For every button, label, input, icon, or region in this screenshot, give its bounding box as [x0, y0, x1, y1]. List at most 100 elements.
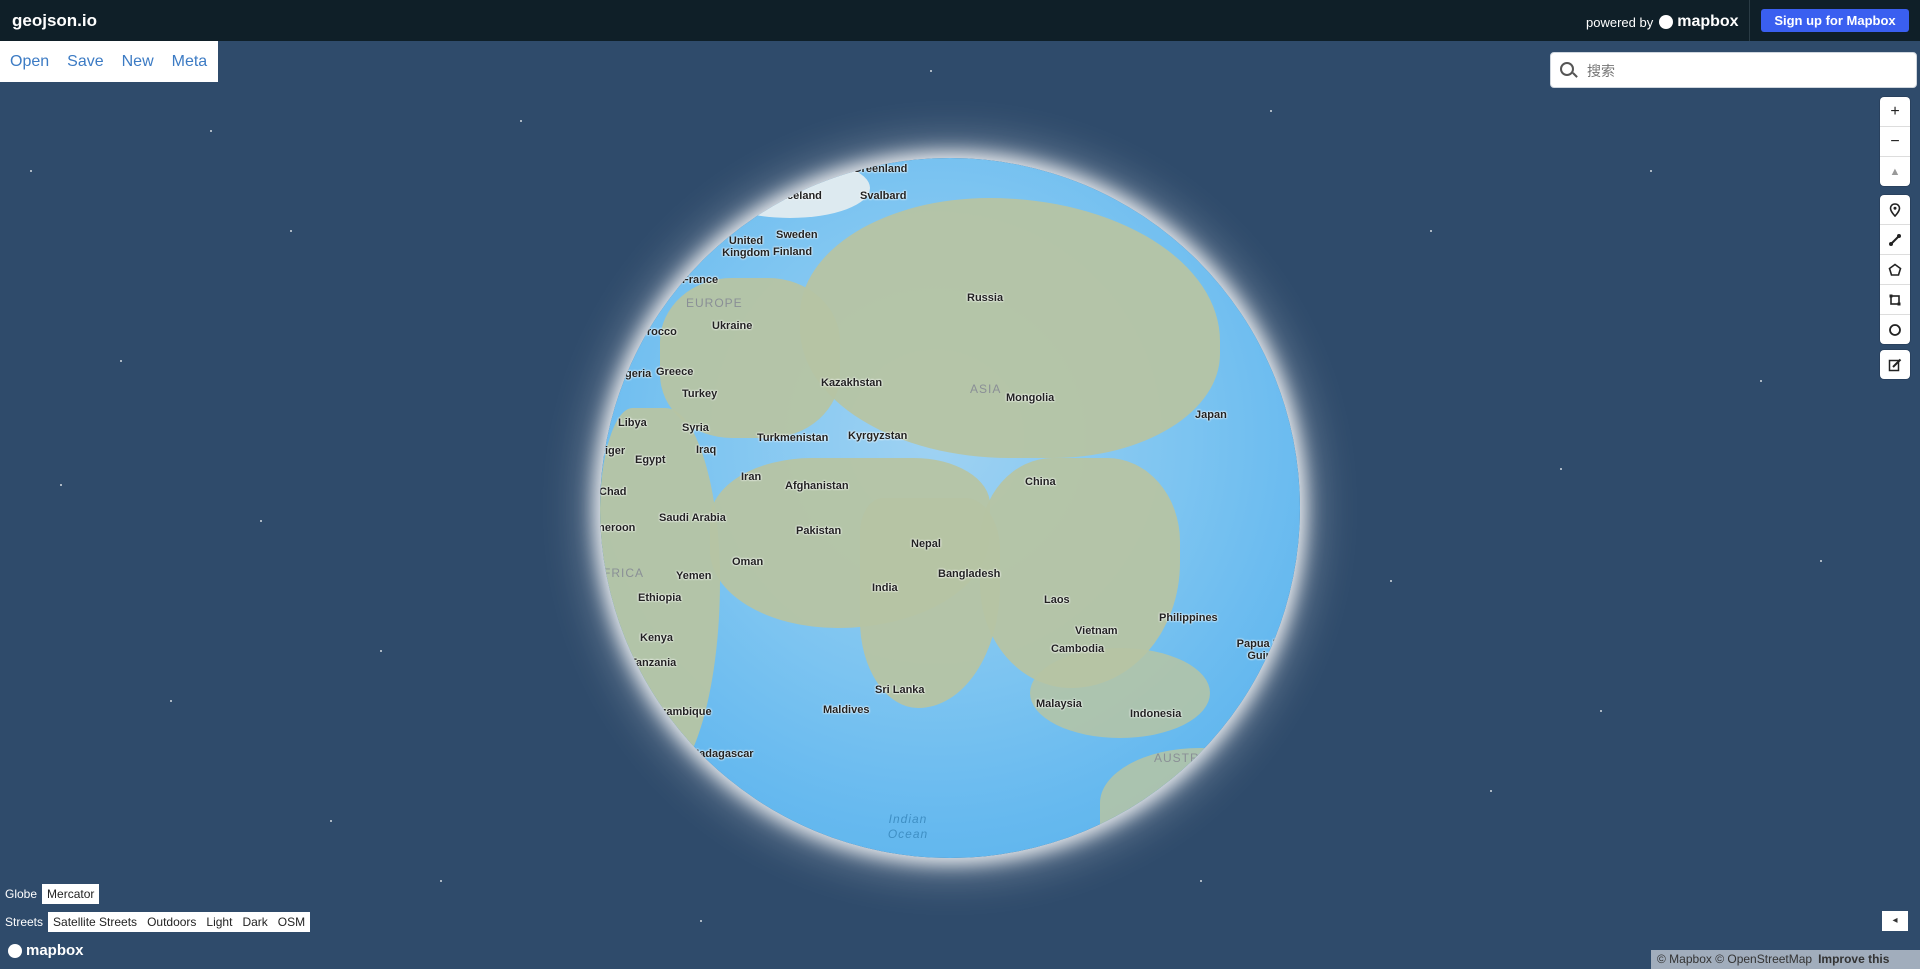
country-label: Indonesia: [1130, 708, 1182, 720]
style-dark-option[interactable]: Dark: [237, 915, 272, 929]
country-label: Japan: [1195, 409, 1227, 421]
polygon-icon: [1888, 263, 1902, 276]
globe-map[interactable]: Greenland Iceland Svalbard United Kingdo…: [600, 158, 1300, 858]
mapbox-logo-text: mapbox: [1677, 13, 1739, 30]
signup-button[interactable]: Sign up for Mapbox: [1761, 9, 1909, 32]
ocean-label: Indian Ocean: [873, 812, 943, 842]
mapbox-footer-text: mapbox: [26, 942, 84, 959]
country-label: Chad: [600, 486, 627, 498]
mapbox-icon: [8, 943, 22, 958]
style-outdoors-option[interactable]: Outdoors: [142, 915, 201, 929]
zoom-in-button[interactable]: +: [1880, 97, 1910, 127]
region-label: ASIA: [970, 382, 1002, 396]
country-label: Pakistan: [796, 525, 842, 537]
attribution-text[interactable]: © Mapbox © OpenStreetMap: [1657, 952, 1812, 966]
style-switcher: Streets Satellite Streets Outdoors Light…: [0, 912, 311, 932]
country-label: Mozambique: [645, 706, 712, 718]
draw-marker-button[interactable]: [1880, 195, 1910, 225]
country-label: Turkmenistan: [757, 432, 829, 444]
style-light-option[interactable]: Light: [201, 915, 237, 929]
country-label: Finland: [773, 246, 813, 258]
edit-toolbar: [1880, 350, 1910, 379]
country-label: Egypt: [635, 454, 666, 466]
country-label: France: [682, 274, 719, 286]
new-button[interactable]: New: [122, 53, 154, 71]
country-label: Mongolia: [1006, 392, 1055, 404]
star: [440, 880, 442, 882]
country-label: Kyrgyzstan: [848, 430, 908, 442]
powered-by[interactable]: powered by mapbox: [1586, 13, 1739, 31]
draw-circle-button[interactable]: [1880, 315, 1910, 344]
search-box: [1550, 52, 1917, 88]
projection-mercator-option[interactable]: Mercator: [42, 887, 99, 901]
country-label: Greece: [656, 366, 694, 378]
draw-line-button[interactable]: [1880, 225, 1910, 255]
country-label: India: [872, 582, 898, 594]
landmass-greenland: [710, 158, 870, 218]
app-title: geojson.io: [12, 11, 97, 30]
country-label: Russia: [967, 292, 1004, 304]
style-streets-option[interactable]: Streets: [0, 915, 48, 929]
country-label: Turkey: [682, 388, 718, 400]
mapbox-icon: [1659, 15, 1674, 29]
projection-switcher: Globe Mercator: [0, 884, 100, 904]
map-attribution: © Mapbox © OpenStreetMapImprove this map: [1651, 950, 1920, 969]
draw-polygon-button[interactable]: [1880, 255, 1910, 285]
country-label: Algeria: [614, 368, 652, 380]
country-label: United Kingdom: [722, 235, 770, 259]
projection-globe-option[interactable]: Globe: [0, 887, 42, 901]
country-label: Iran: [741, 471, 762, 483]
zoom-out-button[interactable]: −: [1880, 127, 1910, 157]
country-label: Sri Lanka: [875, 684, 925, 696]
rectangle-icon: [1889, 294, 1901, 305]
country-label: Iceland: [784, 190, 822, 202]
ocean-label-line: Indian: [888, 812, 928, 826]
country-label: Cambodia: [1051, 643, 1105, 655]
country-label: Cameroon: [600, 522, 636, 534]
zoom-controls: + − ▲: [1880, 97, 1910, 186]
compass-icon: ▲: [1889, 165, 1901, 178]
top-bar: geojson.io powered by mapbox Sign up for…: [0, 0, 1920, 41]
country-label: Greenland: [853, 163, 908, 175]
marker-icon: [1889, 202, 1901, 217]
star: [1270, 110, 1272, 112]
country-label: Nepal: [911, 538, 941, 550]
divider: [1749, 0, 1750, 41]
country-label: Libya: [618, 417, 647, 429]
meta-button[interactable]: Meta: [172, 53, 208, 71]
style-satellite-streets-option[interactable]: Satellite Streets: [48, 915, 142, 929]
country-label: Malaysia: [1036, 698, 1082, 710]
mapbox-footer-logo[interactable]: mapbox: [8, 942, 84, 959]
powered-by-label: powered by: [1586, 14, 1654, 30]
save-button[interactable]: Save: [67, 53, 103, 71]
star: [520, 120, 522, 122]
country-label: Ethiopia: [638, 592, 682, 604]
star: [210, 130, 212, 132]
country-label: Afghanistan: [785, 480, 849, 492]
star: [930, 70, 932, 72]
edit-button[interactable]: [1880, 350, 1910, 379]
search-input[interactable]: [1585, 59, 1889, 83]
star: [120, 360, 122, 362]
draw-rectangle-button[interactable]: [1880, 285, 1910, 315]
country-label: Laos: [1044, 594, 1070, 606]
star: [1430, 230, 1432, 232]
country-label: Sweden: [776, 229, 818, 241]
edit-icon: [1888, 358, 1902, 371]
country-label: Iraq: [696, 444, 717, 456]
open-button[interactable]: Open: [10, 53, 49, 71]
country-label: Oman: [732, 556, 764, 568]
star: [60, 484, 62, 486]
region-label: EUROPE: [686, 296, 743, 310]
country-label: Vietnam: [1075, 625, 1118, 637]
file-menu: Open Save New Meta: [0, 41, 218, 82]
star: [170, 700, 172, 702]
compass-button[interactable]: ▲: [1880, 157, 1910, 186]
country-label: Kazakhstan: [821, 377, 883, 389]
region-label: AFRICA: [600, 566, 645, 580]
star: [1650, 170, 1652, 172]
collapse-panel-button[interactable]: ◂: [1882, 911, 1908, 931]
star: [380, 650, 382, 652]
style-osm-option[interactable]: OSM: [273, 915, 310, 929]
country-label: Ukraine: [712, 320, 753, 332]
